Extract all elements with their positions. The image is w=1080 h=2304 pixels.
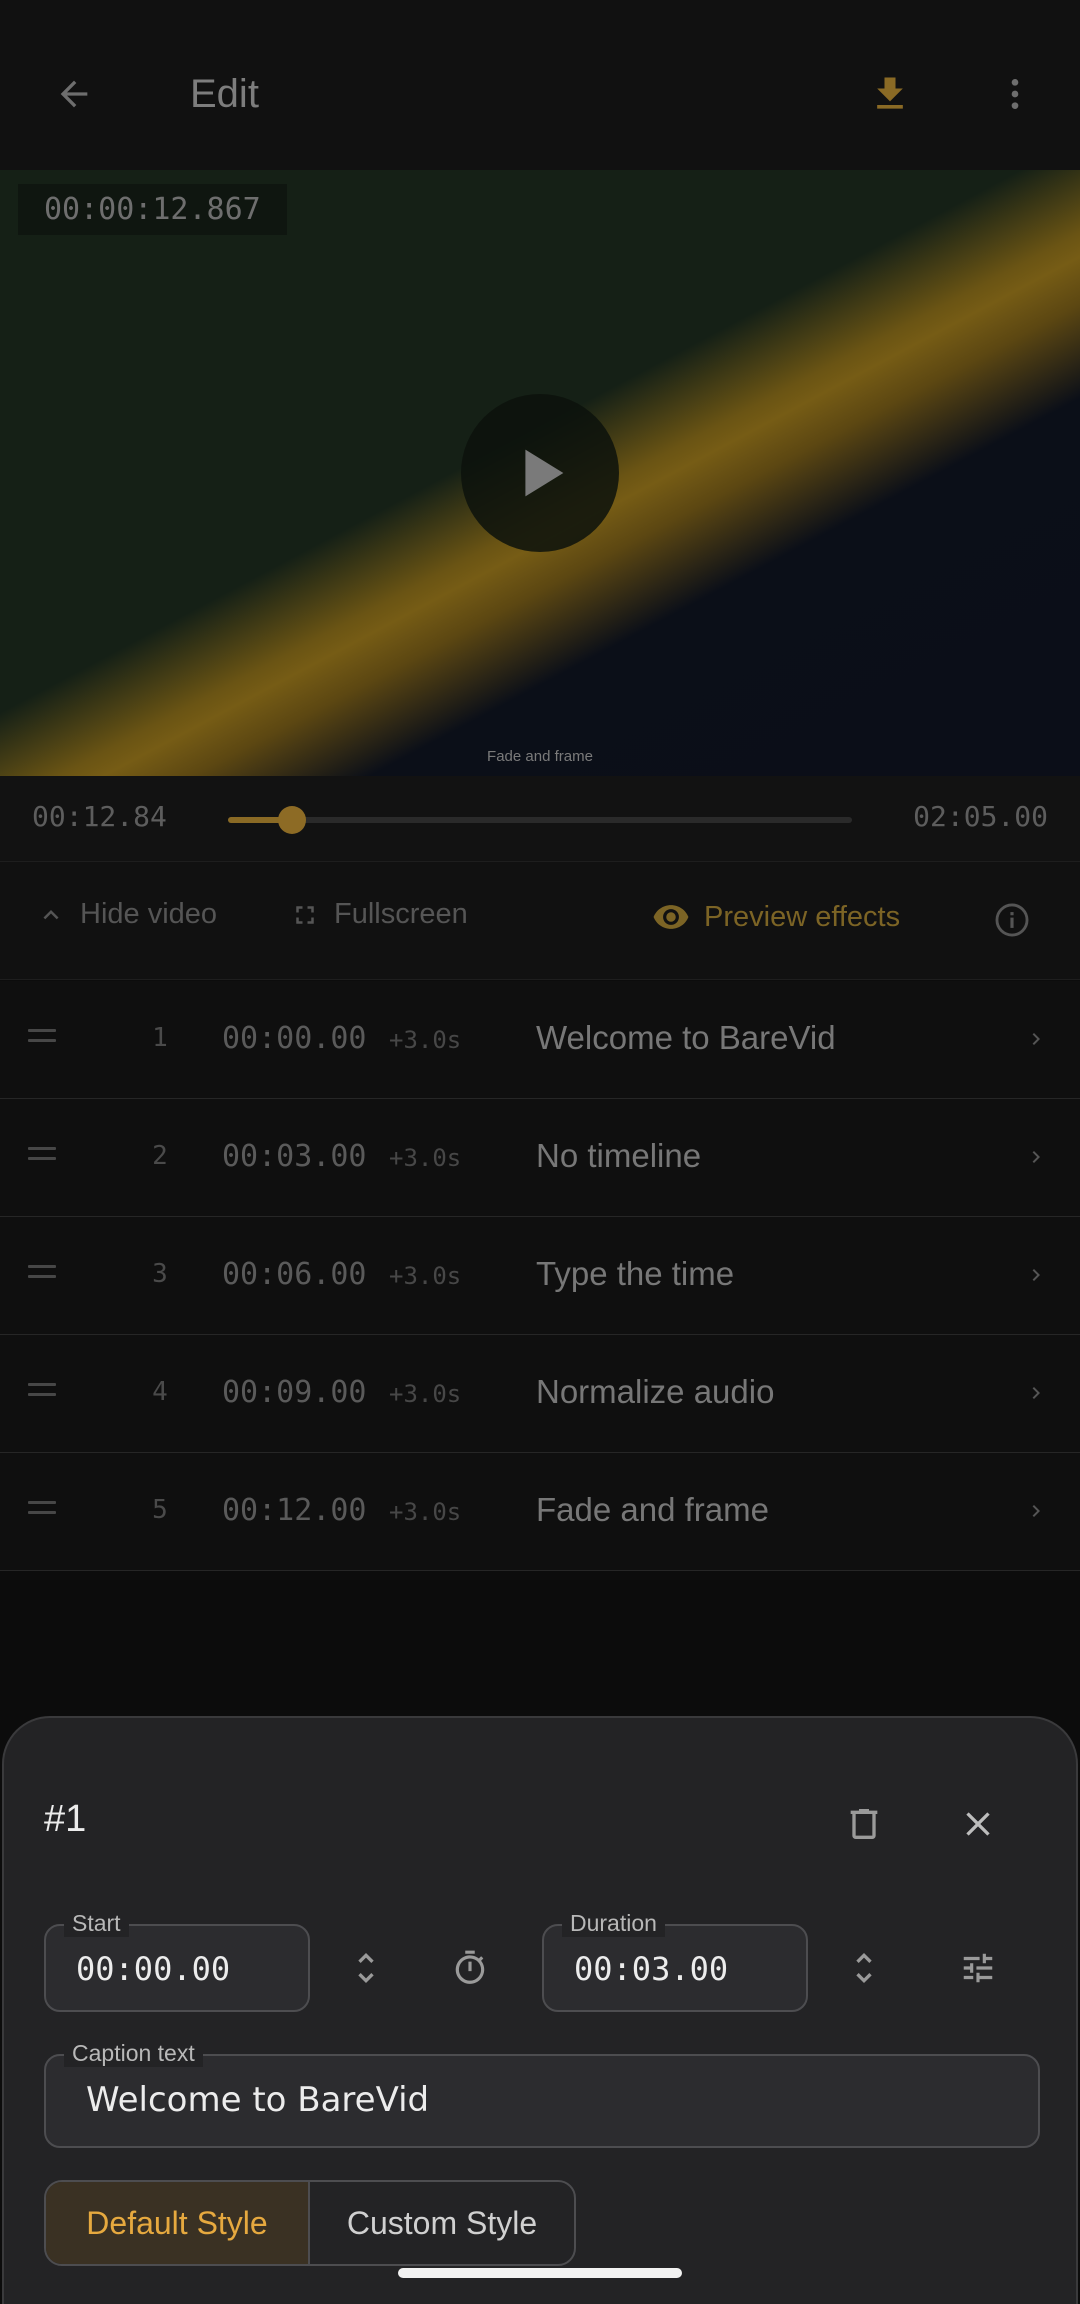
home-indicator[interactable]: [398, 2268, 682, 2278]
hide-video-button[interactable]: Hide video: [36, 898, 217, 931]
caption-number: 3: [152, 1259, 168, 1289]
caption-text-field[interactable]: Caption text Welcome to BareVid: [44, 2040, 1040, 2148]
duration-label: Duration: [562, 1910, 665, 1937]
drag-handle-icon[interactable]: [28, 1147, 56, 1169]
preview-effects-button[interactable]: Preview effects: [652, 898, 900, 936]
drag-handle-icon[interactable]: [28, 1029, 56, 1051]
caption-row[interactable]: 4 00:09.00 +3.0s Normalize audio: [0, 1335, 1080, 1453]
chevron-up-icon: [36, 900, 66, 930]
caption-text: Fade and frame: [536, 1491, 769, 1528]
custom-style-option[interactable]: Custom Style: [310, 2182, 574, 2264]
hide-video-label: Hide video: [80, 898, 218, 930]
chevron-right-icon: [1032, 1387, 1040, 1399]
adjust-button[interactable]: [956, 1946, 1000, 1990]
duration-stepper[interactable]: [842, 1946, 886, 1990]
caption-number: 5: [152, 1495, 168, 1525]
style-segmented-control: Default Style Custom Style: [44, 2180, 576, 2266]
caption-start: 00:03.00: [222, 1139, 367, 1174]
drag-handle-icon[interactable]: [28, 1265, 56, 1287]
drag-handle-icon[interactable]: [28, 1501, 56, 1523]
caption-row[interactable]: 1 00:00.00 +3.0s Welcome to BareVid: [0, 981, 1080, 1099]
caption-duration: +3.0s: [389, 1380, 462, 1408]
more-vert-icon: [1011, 79, 1019, 109]
duration-value: 00:03.00: [574, 1950, 729, 1988]
scrubber-bar: 00:12.84 02:05.00: [0, 776, 1080, 862]
start-field[interactable]: Start 00:00.00: [44, 1910, 310, 2012]
caption-number: 4: [152, 1377, 168, 1407]
close-icon: [966, 1812, 990, 1836]
start-stepper[interactable]: [344, 1946, 388, 1990]
trash-icon: [850, 1809, 878, 1839]
caption-number: 1: [152, 1023, 168, 1053]
caption-text: No timeline: [536, 1137, 702, 1174]
caption-start: 00:06.00: [222, 1257, 367, 1292]
caption-text-label: Caption text: [64, 2040, 203, 2067]
download-icon: [877, 77, 903, 109]
unfold-icon: [856, 1953, 872, 1983]
arrow-back-icon: [60, 80, 88, 108]
caption-row[interactable]: 2 00:03.00 +3.0s No timeline: [0, 1099, 1080, 1217]
caption-text: Normalize audio: [536, 1373, 775, 1410]
page-title: Edit: [190, 72, 259, 116]
caption-duration: +3.0s: [389, 1498, 462, 1526]
timer-icon: [455, 1950, 485, 1984]
start-label: Start: [64, 1910, 129, 1937]
caption-start: 00:12.00: [222, 1493, 367, 1528]
start-value: 00:00.00: [76, 1950, 231, 1988]
caption-text: Welcome to BareVid: [536, 1019, 836, 1056]
duration-field[interactable]: Duration 00:03.00: [542, 1910, 808, 2012]
info-button[interactable]: [992, 900, 1032, 940]
fullscreen-label: Fullscreen: [334, 898, 468, 930]
download-button[interactable]: [860, 64, 920, 124]
caption-duration: +3.0s: [389, 1026, 462, 1054]
info-icon: [995, 903, 1029, 937]
caption-text: Type the time: [536, 1255, 735, 1292]
caption-number: 2: [152, 1141, 168, 1171]
tune-icon: [963, 1953, 993, 1983]
caption-text-value: Welcome to BareVid: [86, 2080, 430, 2120]
caption-start: 00:00.00: [222, 1021, 367, 1056]
video-preview[interactable]: 00:00:12.867 Fade and frame: [0, 170, 1080, 776]
chevron-right-icon: [1032, 1269, 1040, 1281]
delete-caption-button[interactable]: [840, 1800, 888, 1848]
video-controls: Hide video Fullscreen Preview effects: [0, 862, 1080, 980]
play-icon: [525, 449, 564, 497]
total-time: 02:05.00: [913, 800, 1048, 833]
drag-handle-icon[interactable]: [28, 1383, 56, 1405]
set-current-time-button[interactable]: [448, 1946, 492, 1990]
unfold-icon: [358, 1953, 374, 1983]
caption-edit-sheet: #1 Start 00:00.00 Duration 00:03.00 Capt…: [2, 1716, 1078, 2304]
caption-duration: +3.0s: [389, 1262, 462, 1290]
caption-duration: +3.0s: [389, 1144, 462, 1172]
more-options-button[interactable]: [985, 64, 1045, 124]
chevron-right-icon: [1032, 1151, 1040, 1163]
chevron-right-icon: [1032, 1033, 1040, 1045]
caption-start: 00:09.00: [222, 1375, 367, 1410]
app-bar: Edit: [0, 0, 1080, 170]
chevron-right-icon: [1032, 1505, 1040, 1517]
back-button[interactable]: [44, 64, 104, 124]
fullscreen-icon: [290, 900, 320, 930]
current-time: 00:12.84: [32, 800, 167, 833]
play-button[interactable]: [461, 394, 619, 552]
preview-effects-label: Preview effects: [704, 900, 901, 933]
video-caption-overlay: Fade and frame: [487, 748, 593, 765]
sheet-title: #1: [44, 1798, 87, 1840]
close-sheet-button[interactable]: [954, 1800, 1002, 1848]
fullscreen-button[interactable]: Fullscreen: [290, 898, 468, 931]
caption-row[interactable]: 3 00:06.00 +3.0s Type the time: [0, 1217, 1080, 1335]
default-style-option[interactable]: Default Style: [46, 2182, 310, 2264]
video-timecode: 00:00:12.867: [18, 184, 287, 235]
eye-icon: [652, 898, 690, 936]
seek-thumb[interactable]: [278, 806, 307, 834]
seek-slider[interactable]: [228, 806, 852, 834]
caption-row[interactable]: 5 00:12.00 +3.0s Fade and frame: [0, 1453, 1080, 1571]
